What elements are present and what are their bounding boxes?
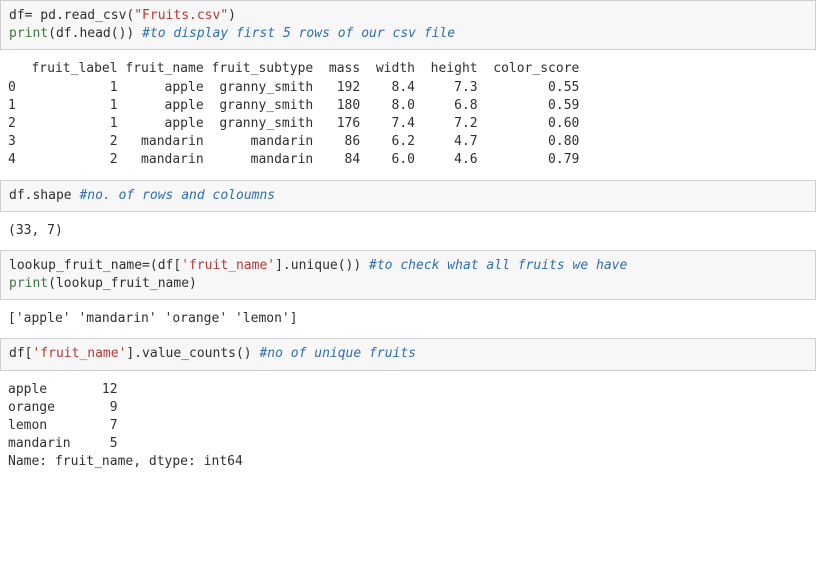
output-cell-1: fruit_label fruit_name fruit_subtype mas… xyxy=(0,54,816,179)
comment: #to check what all fruits we have xyxy=(369,258,627,273)
code-text: df.shape xyxy=(9,188,79,203)
builtin-func: print xyxy=(9,276,48,291)
code-text: (lookup_fruit_name) xyxy=(48,276,197,291)
code-text: ].unique()) xyxy=(275,258,369,273)
code-text: ].value_counts() xyxy=(126,346,259,361)
code-text: df[ xyxy=(9,346,32,361)
output-cell-2: (33, 7) xyxy=(0,216,816,250)
string-literal: "Fruits.csv" xyxy=(134,8,228,23)
comment: #to display first 5 rows of our csv file xyxy=(142,26,455,41)
code-text: lookup_fruit_name=(df[ xyxy=(9,258,181,273)
code-text: df= pd.read_csv( xyxy=(9,8,134,23)
code-cell-3[interactable]: lookup_fruit_name=(df['fruit_name'].uniq… xyxy=(0,250,816,300)
comment: #no of unique fruits xyxy=(259,346,416,361)
string-literal: 'fruit_name' xyxy=(181,258,275,273)
builtin-func: print xyxy=(9,26,48,41)
output-cell-4: apple 12 orange 9 lemon 7 mandarin 5 Nam… xyxy=(0,375,816,482)
output-cell-3: ['apple' 'mandarin' 'orange' 'lemon'] xyxy=(0,304,816,338)
comment: #no. of rows and coloumns xyxy=(79,188,275,203)
code-text: (df.head()) xyxy=(48,26,142,41)
code-cell-1[interactable]: df= pd.read_csv("Fruits.csv") print(df.h… xyxy=(0,0,816,50)
code-cell-2[interactable]: df.shape #no. of rows and coloumns xyxy=(0,180,816,212)
code-text: ) xyxy=(228,8,236,23)
code-cell-4[interactable]: df['fruit_name'].value_counts() #no of u… xyxy=(0,338,816,370)
string-literal: 'fruit_name' xyxy=(32,346,126,361)
